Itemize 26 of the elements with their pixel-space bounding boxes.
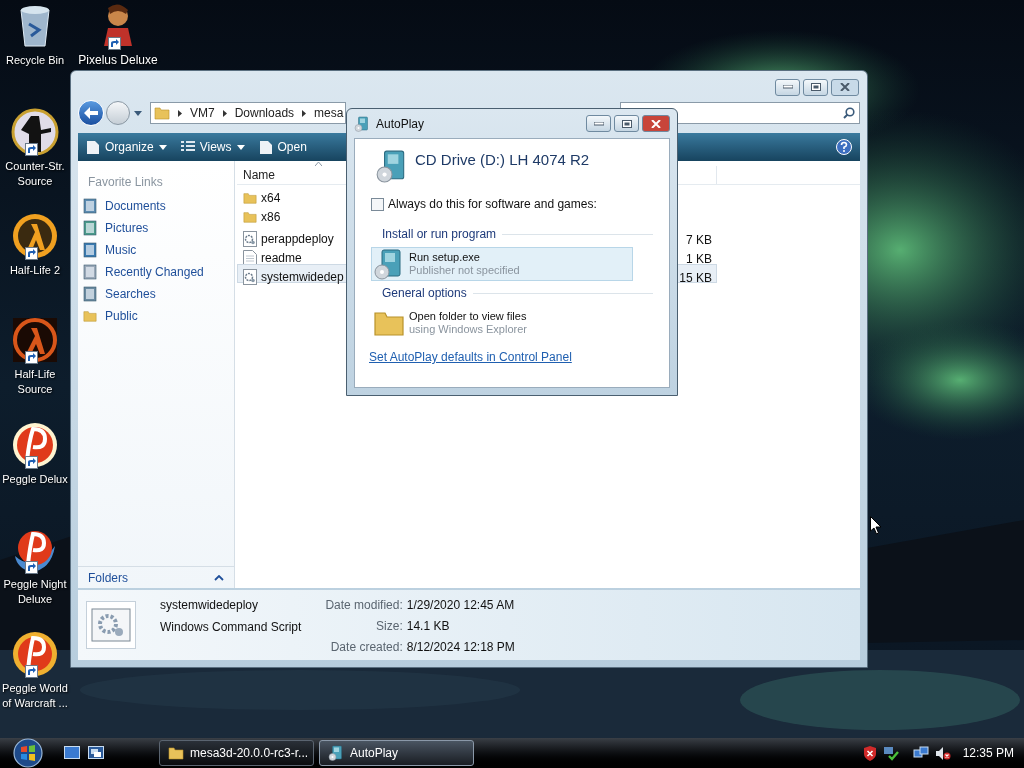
option-title: Run setup.exe <box>409 251 481 264</box>
detail-file-name: systemwidedeploy <box>160 597 260 614</box>
detail-value: 1/29/2020 12:45 AM <box>406 597 515 614</box>
detail-label: Size: <box>375 618 403 635</box>
file-size: 1 KB <box>686 252 712 266</box>
file-name: x64 <box>261 190 281 207</box>
section-heading: Install or run program <box>382 226 497 243</box>
detail-value: 8/12/2024 12:18 PM <box>406 639 515 656</box>
section-heading: General options <box>382 285 467 302</box>
checkbox-label: Always do this for software and games: <box>388 196 597 213</box>
option-subtitle: Publisher not specified <box>409 264 520 277</box>
file-size: 7 KB <box>686 233 712 247</box>
file-name: x86 <box>261 209 281 226</box>
window-title: AutoPlay <box>376 115 426 133</box>
detail-value: 14.1 KB <box>406 618 451 635</box>
pane-heading: Favorite Links <box>88 174 164 191</box>
detail-file-type: Windows Command Script <box>160 619 302 636</box>
file-name: perappdeploy <box>261 231 334 248</box>
file-name: readme <box>261 250 302 267</box>
detail-label: Date modified: <box>325 597 403 614</box>
option-subtitle: using Windows Explorer <box>409 323 527 336</box>
device-title: CD Drive (D:) LH 4074 R2 <box>415 150 590 170</box>
detail-label: Date created: <box>329 639 403 656</box>
option-title: Open folder to view files <box>409 310 527 323</box>
file-name: systemwidedep <box>261 269 344 286</box>
file-size: 15 KB <box>679 271 712 285</box>
